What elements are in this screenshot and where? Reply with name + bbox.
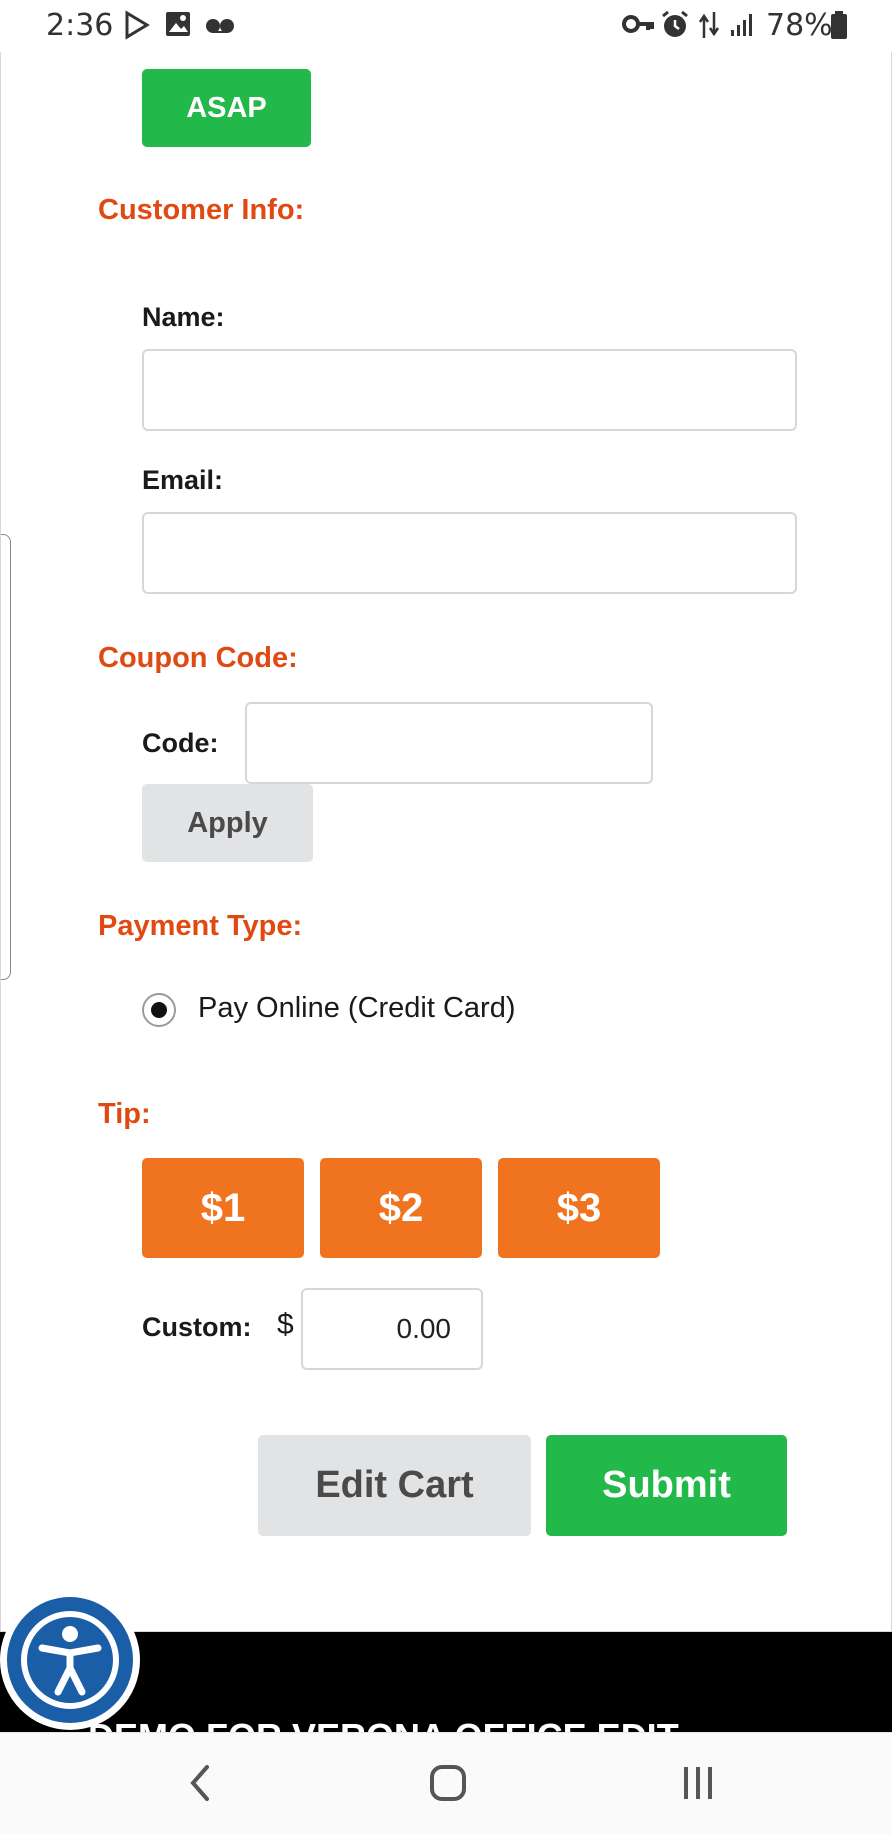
data-transfer-icon (698, 10, 720, 45)
edit-cart-button[interactable]: Edit Cart (258, 1435, 531, 1536)
alarm-icon (660, 10, 690, 45)
currency-symbol: $ (277, 1308, 294, 1341)
system-navigation-bar (0, 1732, 892, 1834)
email-input[interactable] (142, 512, 797, 594)
status-time: 2:36 (46, 8, 114, 43)
image-icon (164, 10, 192, 43)
apply-coupon-button[interactable]: Apply (142, 784, 313, 862)
status-bar: 2:36 78% (0, 0, 892, 52)
tip-2-button[interactable]: $2 (320, 1158, 482, 1258)
customer-info-heading: Customer Info: (98, 194, 305, 226)
tip-1-button[interactable]: $1 (142, 1158, 304, 1258)
submit-button[interactable]: Submit (546, 1435, 787, 1536)
radio-selected-dot (151, 1002, 167, 1018)
signal-icon (730, 10, 756, 43)
back-icon[interactable] (160, 1753, 240, 1813)
battery-percentage: 78% (766, 8, 833, 43)
custom-tip-input[interactable] (301, 1288, 483, 1370)
asap-button[interactable]: ASAP (142, 69, 311, 147)
email-label: Email: (142, 465, 224, 495)
voicemail-icon (204, 10, 236, 43)
tip-heading: Tip: (98, 1098, 151, 1130)
battery-icon (830, 10, 848, 45)
accessibility-button[interactable] (0, 1590, 140, 1730)
name-label: Name: (142, 302, 225, 332)
vpn-key-icon (622, 10, 656, 43)
play-store-icon (124, 10, 150, 45)
home-icon[interactable] (408, 1753, 488, 1813)
custom-tip-label: Custom: (142, 1312, 252, 1342)
checkout-page: ASAP Customer Info: Name: Email: Coupon … (0, 52, 892, 1632)
coupon-code-heading: Coupon Code: (98, 642, 298, 674)
footer-text: DEMO FOR VERONA OFFICE EDIT (88, 1716, 679, 1732)
accessibility-icon (7, 1597, 133, 1723)
code-label: Code: (142, 728, 219, 758)
tip-3-button[interactable]: $3 (498, 1158, 660, 1258)
pay-online-label[interactable]: Pay Online (Credit Card) (198, 992, 516, 1025)
payment-type-heading: Payment Type: (98, 910, 303, 942)
pay-online-radio[interactable] (142, 993, 176, 1027)
name-input[interactable] (142, 349, 797, 431)
side-drawer-handle[interactable] (1, 534, 11, 980)
recent-apps-icon[interactable] (658, 1753, 738, 1813)
coupon-code-input[interactable] (245, 702, 653, 784)
